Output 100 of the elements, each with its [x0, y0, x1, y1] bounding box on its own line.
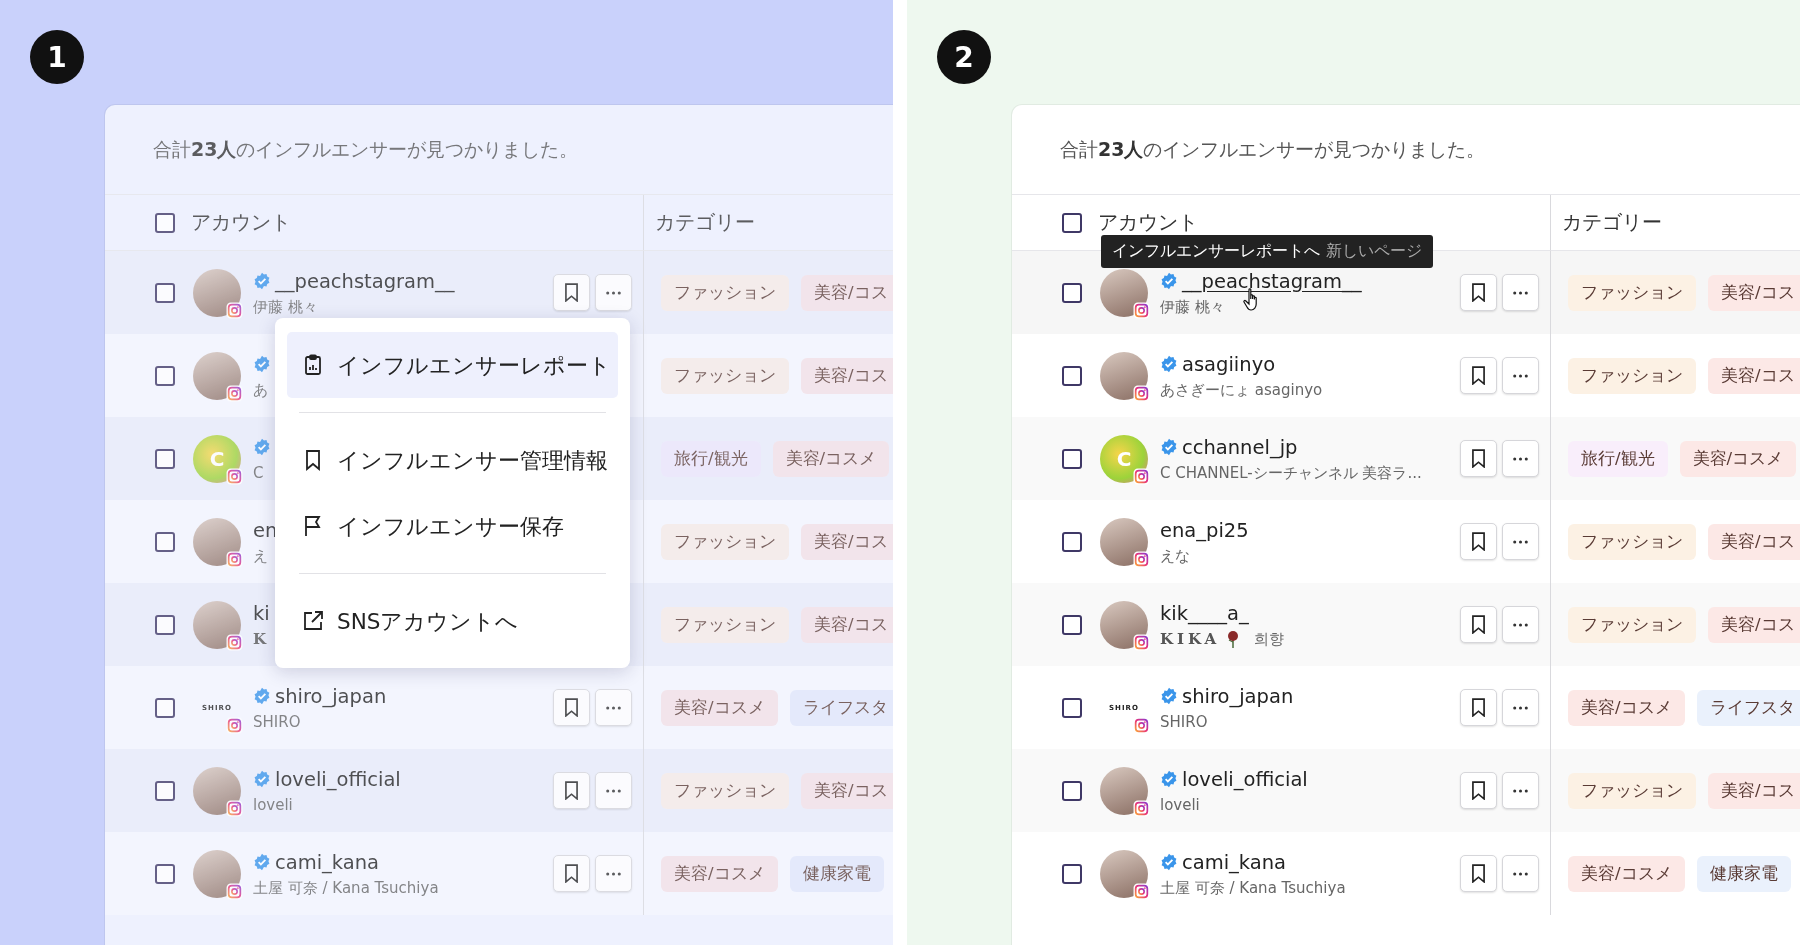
camera-icon — [226, 716, 243, 734]
select-all-checkbox[interactable] — [1062, 212, 1082, 233]
row-checkbox[interactable] — [1062, 614, 1082, 635]
account-name[interactable]: loveli_official — [1182, 767, 1308, 791]
avatar-photo — [193, 766, 241, 815]
account-name[interactable]: kik____a_ — [1160, 601, 1249, 625]
display-name: 伊藤 桃々 — [1160, 297, 1225, 317]
display-name: えな — [1160, 546, 1190, 566]
category-tag: 旅行/観光 — [1568, 440, 1668, 477]
display-name: SHIRO — [253, 713, 301, 731]
more-icon — [606, 871, 621, 876]
category-tag: ファッション — [1568, 357, 1696, 394]
row-checkbox[interactable] — [155, 282, 175, 303]
category-tag: 美容/コスメ — [1568, 689, 1685, 726]
display-name: KIKA — [1160, 630, 1221, 648]
row-checkbox[interactable] — [1062, 863, 1082, 884]
column-header[interactable]: カテゴリー — [1562, 209, 1662, 236]
account-name[interactable]: shiro_japan — [1182, 684, 1294, 708]
select-all-checkbox[interactable] — [155, 212, 175, 233]
row-checkbox[interactable] — [155, 614, 175, 635]
avatar-photo — [193, 351, 241, 400]
display-name: C CHANNEL-シーチャンネル 美容ラ... — [1160, 463, 1422, 483]
bookmark-icon — [565, 781, 578, 800]
account-name[interactable]: asagiinyo — [1182, 352, 1276, 376]
account-name[interactable]: cami_kana — [1182, 850, 1287, 874]
menu-item[interactable]: インフルエンサーレポート — [287, 332, 618, 398]
more-icon — [606, 705, 621, 710]
account-name[interactable]: ki — [253, 601, 270, 625]
row-checkbox[interactable] — [1062, 697, 1082, 718]
row-checkbox[interactable] — [1062, 365, 1082, 386]
results-summary: 合計23人のインフルエンサーが見つかりました。 — [1012, 105, 1800, 195]
bookmark-button[interactable] — [553, 689, 590, 726]
avatar-photo — [1100, 351, 1148, 400]
column-header[interactable]: アカウント — [1098, 209, 1198, 236]
category-tag: 美容/コス — [1708, 606, 1800, 643]
camera-icon — [1133, 716, 1150, 734]
category-tag: ファッション — [1568, 606, 1696, 643]
row-checkbox[interactable] — [155, 697, 175, 718]
account-name[interactable]: ena_pi25 — [1160, 518, 1249, 542]
bookmark-button[interactable] — [553, 772, 590, 809]
category-tag: 美容/コス — [1708, 772, 1800, 809]
avatar-photo — [193, 268, 241, 317]
account-name[interactable]: shiro_japan — [275, 684, 387, 708]
display-name: K — [253, 630, 271, 648]
row-checkbox[interactable] — [1062, 531, 1082, 552]
category-tag: ファッション — [1568, 523, 1696, 560]
bookmark-icon — [565, 698, 578, 717]
bookmark-button[interactable] — [1460, 523, 1497, 560]
row-checkbox[interactable] — [1062, 282, 1082, 303]
bookmark-button[interactable] — [553, 274, 590, 311]
more-icon — [1513, 539, 1528, 544]
display-name: 伊藤 桃々 — [253, 297, 318, 317]
tooltip: インフルエンサーレポートへ 新しいページ — [1101, 235, 1433, 268]
bookmark-button[interactable] — [1460, 357, 1497, 394]
bookmark-button[interactable] — [1460, 606, 1497, 643]
row-checkbox[interactable] — [1062, 780, 1082, 801]
column-header[interactable]: カテゴリー — [655, 209, 755, 236]
category-tag: ファッション — [661, 274, 789, 311]
display-name: あさぎーにょ asaginyo — [1160, 380, 1323, 400]
more-icon — [1513, 622, 1528, 627]
account-name[interactable]: cami_kana — [275, 850, 380, 874]
bookmark-icon — [1472, 698, 1485, 717]
bookmark-button[interactable] — [553, 855, 590, 892]
bookmark-icon — [1472, 532, 1485, 551]
menu-item[interactable]: インフルエンサー保存 — [287, 493, 618, 559]
account-name[interactable]: loveli_official — [275, 767, 401, 791]
category-tag: 美容/コスメ — [661, 689, 778, 726]
row-checkbox[interactable] — [155, 365, 175, 386]
more-icon — [606, 290, 621, 295]
row-checkbox[interactable] — [1062, 448, 1082, 469]
category-tag: 美容/コス — [801, 357, 893, 394]
bookmark-button[interactable] — [1460, 440, 1497, 477]
row-checkbox[interactable] — [155, 780, 175, 801]
category-tag: ファッション — [661, 606, 789, 643]
bookmark-button[interactable] — [1460, 772, 1497, 809]
display-name: え — [253, 546, 268, 566]
bookmark-icon — [1472, 781, 1485, 800]
bookmark-button[interactable] — [1460, 274, 1497, 311]
category-tag: ライフスタ — [789, 689, 893, 726]
account-name[interactable]: __peachstagram__ — [1182, 269, 1362, 293]
bookmark-icon — [565, 864, 578, 883]
row-checkbox[interactable] — [155, 863, 175, 884]
category-tag: 美容/コスメ — [1568, 855, 1685, 892]
bookmark-icon — [1472, 283, 1485, 302]
menu-item[interactable]: インフルエンサー管理情報 — [287, 427, 618, 493]
account-name[interactable]: cchannel_jp — [1182, 435, 1298, 459]
display-name-suffix: 희향 — [1254, 629, 1285, 649]
bookmark-button[interactable] — [1460, 689, 1497, 726]
account-name[interactable]: __peachstagram__ — [275, 269, 455, 293]
bookmark-button[interactable] — [1460, 855, 1497, 892]
display-name: 土屋 可奈 / Kana Tsuchiya — [253, 878, 439, 898]
category-tag: 美容/コス — [1708, 523, 1800, 560]
column-header[interactable]: アカウント — [191, 209, 291, 236]
more-icon — [606, 788, 621, 793]
row-checkbox[interactable] — [155, 531, 175, 552]
row-checkbox[interactable] — [155, 448, 175, 469]
more-icon — [1513, 290, 1528, 295]
menu-item[interactable]: SNSアカウントへ — [287, 588, 618, 654]
bookmark-icon — [1472, 449, 1485, 468]
display-name: loveli — [1160, 796, 1200, 814]
